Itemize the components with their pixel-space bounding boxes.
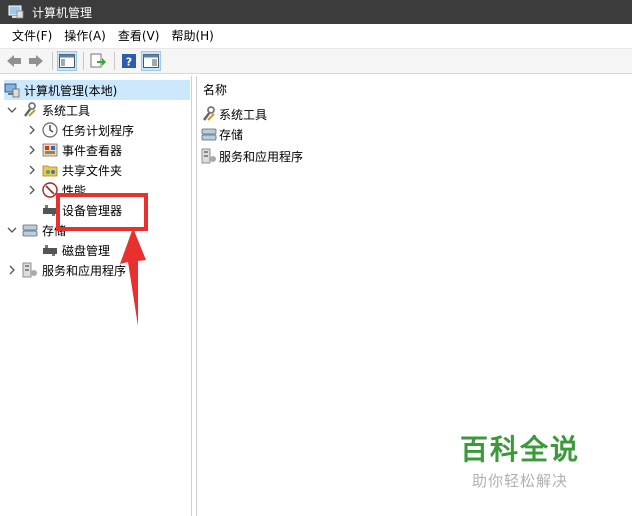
show-tree-icon bbox=[59, 54, 75, 68]
shared-folder-icon bbox=[42, 162, 58, 178]
tree-item-label: 共享文件夹 bbox=[62, 163, 123, 178]
computer-management-icon bbox=[8, 5, 24, 19]
properties-icon bbox=[143, 54, 159, 68]
tools-icon bbox=[22, 102, 38, 118]
tree-item-shared-folders[interactable]: 共享文件夹 bbox=[26, 160, 122, 180]
tree-item-task-scheduler[interactable]: 任务计划程序 bbox=[26, 120, 134, 140]
window-title: 计算机管理 bbox=[32, 5, 93, 20]
title-bar: 计算机管理 bbox=[0, 0, 632, 24]
event-viewer-icon bbox=[42, 142, 58, 158]
chevron-right-icon[interactable] bbox=[26, 144, 38, 156]
tree-item-label: 服务和应用程序 bbox=[42, 263, 127, 278]
export-icon bbox=[90, 53, 106, 68]
computer-management-icon bbox=[4, 82, 20, 98]
toolbar-separator bbox=[114, 52, 115, 70]
list-item-label: 服务和应用程序 bbox=[219, 149, 304, 164]
menu-view[interactable]: 查看(V) bbox=[112, 26, 166, 46]
tree-item-label: 系统工具 bbox=[42, 103, 91, 118]
forward-icon bbox=[29, 55, 43, 67]
menu-help[interactable]: 帮助(H) bbox=[165, 26, 219, 46]
forward-button[interactable] bbox=[26, 51, 46, 71]
services-icon bbox=[22, 262, 38, 278]
chevron-right-icon[interactable] bbox=[6, 264, 18, 276]
toolbar: ? bbox=[0, 48, 632, 74]
tree-item-label: 任务计划程序 bbox=[62, 123, 135, 138]
toolbar-separator bbox=[83, 52, 84, 70]
list-item-label: 系统工具 bbox=[219, 107, 268, 122]
chevron-down-icon[interactable] bbox=[6, 224, 18, 236]
tree-item-label: 事件查看器 bbox=[62, 143, 123, 158]
export-button[interactable] bbox=[88, 51, 108, 71]
chevron-right-icon[interactable] bbox=[26, 184, 38, 196]
list-item-system-tools[interactable]: 系统工具 bbox=[201, 104, 267, 124]
tree-item-system-tools[interactable]: 系统工具 bbox=[6, 100, 90, 120]
chevron-right-icon[interactable] bbox=[26, 124, 38, 136]
back-icon bbox=[7, 55, 21, 67]
tree-item-disk-management[interactable]: 磁盘管理 bbox=[42, 240, 110, 260]
toolbar-separator bbox=[52, 52, 53, 70]
watermark: 百科全说 助你轻松解决 bbox=[440, 428, 600, 491]
tree-item-label: 磁盘管理 bbox=[62, 243, 111, 258]
menu-action[interactable]: 操作(A) bbox=[58, 26, 112, 46]
properties-button[interactable] bbox=[141, 51, 161, 71]
tree-item-services-apps[interactable]: 服务和应用程序 bbox=[6, 260, 126, 280]
navigation-tree: 计算机管理(本地) 系统工具 任务计划程序 事件查看器 共享文件夹 性能 设备管… bbox=[0, 76, 192, 516]
services-icon bbox=[201, 148, 217, 164]
back-button[interactable] bbox=[4, 51, 24, 71]
watermark-main: 百科全说 bbox=[459, 433, 580, 466]
show-tree-button[interactable] bbox=[57, 51, 77, 71]
tree-item-label: 计算机管理(本地) bbox=[24, 83, 118, 98]
help-button[interactable]: ? bbox=[119, 51, 139, 71]
menu-file[interactable]: 文件(F) bbox=[6, 26, 58, 46]
column-header-name[interactable]: 名称 bbox=[197, 80, 227, 100]
disk-icon bbox=[42, 242, 58, 258]
tree-item-event-viewer[interactable]: 事件查看器 bbox=[26, 140, 122, 160]
annotation-highlight-box bbox=[56, 193, 148, 231]
help-icon: ? bbox=[122, 54, 136, 69]
watermark-sub: 助你轻松解决 bbox=[471, 472, 568, 490]
svg-text:?: ? bbox=[126, 56, 132, 69]
tree-item-root[interactable]: 计算机管理(本地) bbox=[4, 80, 190, 100]
tools-icon bbox=[201, 106, 217, 122]
list-item-storage[interactable]: 存储 bbox=[201, 124, 243, 144]
chevron-down-icon[interactable] bbox=[6, 104, 18, 116]
storage-icon bbox=[22, 222, 38, 238]
list-item-label: 存储 bbox=[219, 127, 244, 142]
list-item-services-apps[interactable]: 服务和应用程序 bbox=[201, 146, 303, 166]
chevron-right-icon[interactable] bbox=[26, 164, 38, 176]
clock-icon bbox=[42, 122, 58, 138]
menu-bar: 文件(F) 操作(A) 查看(V) 帮助(H) bbox=[0, 24, 632, 48]
storage-icon bbox=[201, 126, 217, 142]
